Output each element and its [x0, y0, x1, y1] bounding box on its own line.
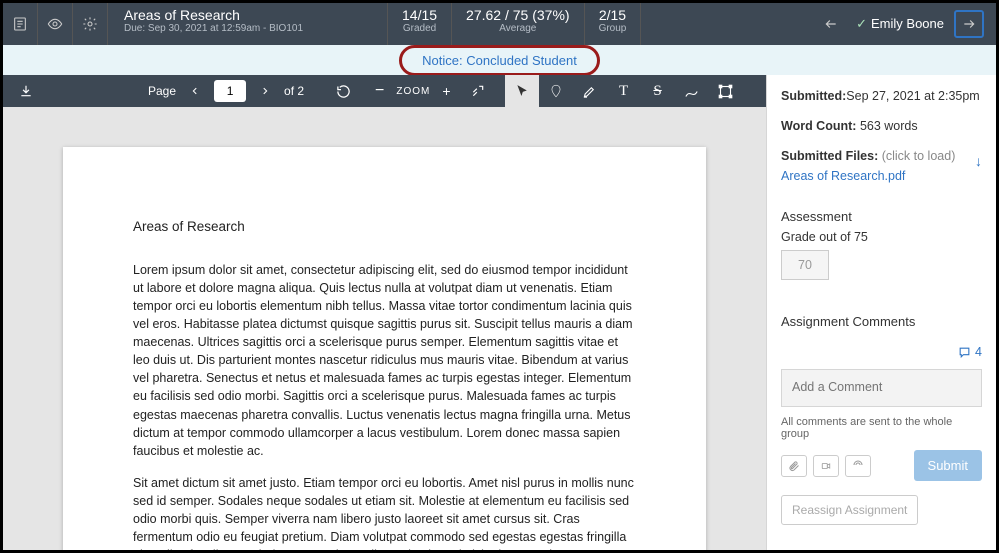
rotate-icon[interactable] [336, 84, 351, 99]
document-page: Areas of Research Lorem ipsum dolor sit … [63, 147, 706, 550]
notice-concluded-student: Notice: Concluded Student [399, 45, 600, 76]
fullscreen-icon[interactable] [471, 84, 485, 98]
assignment-due: Due: Sep 30, 2021 at 12:59am - BIO101 [124, 23, 371, 34]
page-number-input[interactable] [214, 80, 246, 102]
submit-button[interactable]: Submit [914, 450, 982, 481]
page-label: Page [148, 84, 176, 98]
submitted-file-link[interactable]: Areas of Research.pdf [781, 169, 905, 183]
submitted-label: Submitted: [781, 89, 846, 103]
comment-textarea[interactable] [781, 369, 982, 407]
doc-paragraph: Lorem ipsum dolor sit amet, consectetur … [133, 261, 636, 460]
prev-page-button[interactable] [184, 85, 206, 97]
viewer-toolbar: Page of 2 − ZOOM + [3, 75, 766, 107]
grading-sidebar: Submitted:Sep 27, 2021 at 2:35pm Word Co… [766, 75, 996, 550]
area-tool[interactable] [709, 75, 743, 107]
text-tool[interactable]: T [607, 75, 641, 107]
gradebook-icon[interactable] [3, 3, 38, 45]
zoom-label: ZOOM [396, 86, 430, 97]
assignment-info: Areas of Research Due: Sep 30, 2021 at 1… [108, 3, 388, 45]
settings-icon[interactable] [73, 3, 108, 45]
grade-input[interactable]: 70 [781, 250, 829, 280]
comment-count-link[interactable]: 4 [958, 345, 982, 359]
stat-graded: 14/15 Graded [388, 3, 452, 45]
pointer-tool[interactable] [505, 75, 539, 107]
stats-group: 14/15 Graded 27.62 / 75 (37%) Average 2/… [388, 3, 641, 45]
comments-heading: Assignment Comments [781, 314, 915, 329]
document-viewer: Page of 2 − ZOOM + [3, 75, 766, 550]
visibility-icon[interactable] [38, 3, 73, 45]
next-student-button[interactable] [954, 10, 984, 38]
reassign-button[interactable]: Reassign Assignment [781, 495, 918, 525]
point-annotation-tool[interactable] [539, 75, 573, 107]
stat-average: 27.62 / 75 (37%) Average [452, 3, 585, 45]
audio-record-icon[interactable] [845, 455, 871, 477]
submitted-value: Sep 27, 2021 at 2:35pm [846, 89, 979, 103]
next-page-button[interactable] [254, 85, 276, 97]
download-icon[interactable] [3, 84, 48, 98]
assignment-title: Areas of Research [124, 7, 371, 23]
strikeout-tool[interactable]: S [641, 75, 675, 107]
stat-group: 2/15 Group [585, 3, 642, 45]
doc-title: Areas of Research [133, 217, 636, 237]
check-icon: ✓ [856, 16, 867, 31]
draw-tool[interactable] [675, 75, 709, 107]
student-name-dropdown[interactable]: ✓Emily Boone [856, 16, 944, 32]
attach-file-icon[interactable] [781, 455, 807, 477]
wordcount-value: 563 words [860, 119, 918, 133]
download-file-icon[interactable]: ↓ [975, 153, 982, 169]
page-of-label: of 2 [284, 84, 304, 98]
assessment-heading: Assessment [781, 209, 982, 224]
wordcount-label: Word Count: [781, 119, 856, 133]
top-bar: Areas of Research Due: Sep 30, 2021 at 1… [3, 3, 996, 45]
prev-student-button[interactable] [816, 10, 846, 38]
zoom-out-button[interactable]: − [375, 82, 384, 100]
doc-paragraph: Sit amet dictum sit amet justo. Etiam te… [133, 474, 636, 550]
grade-out-of-label: Grade out of 75 [781, 230, 982, 244]
highlight-tool[interactable] [573, 75, 607, 107]
student-nav: ✓Emily Boone [804, 3, 996, 45]
files-label: Submitted Files: [781, 149, 878, 163]
notice-bar: Notice: Concluded Student [3, 45, 996, 75]
zoom-in-button[interactable]: + [442, 83, 450, 99]
document-scroll-area[interactable]: Areas of Research Lorem ipsum dolor sit … [3, 107, 766, 550]
media-record-icon[interactable] [813, 455, 839, 477]
comment-fineprint: All comments are sent to the whole group [781, 416, 982, 440]
files-hint: (click to load) [882, 149, 956, 163]
